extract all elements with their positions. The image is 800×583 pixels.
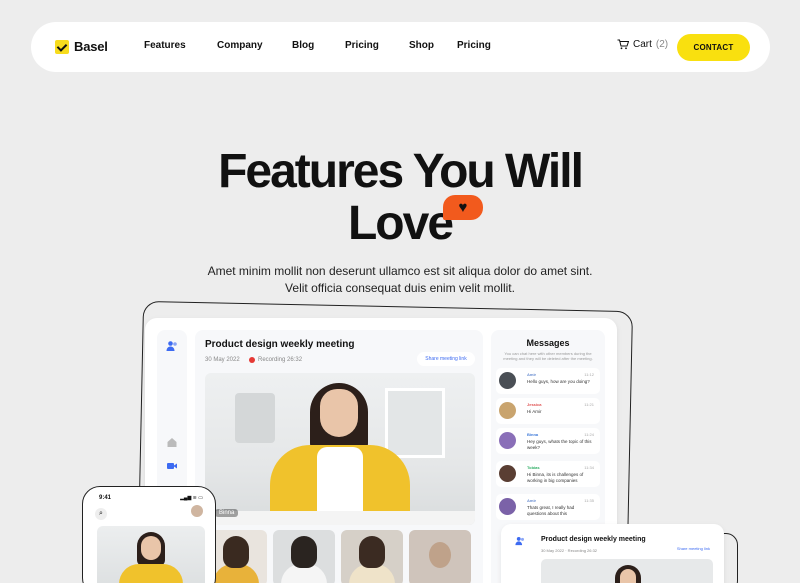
phone-time: 9:41	[99, 495, 112, 501]
avatar	[499, 465, 516, 482]
meeting-date: 30 May 2022	[205, 357, 240, 363]
message-time: 11:34	[584, 465, 594, 470]
message-text: Hello guys, how are you doing?	[527, 379, 590, 384]
avatar	[499, 432, 516, 449]
bookshelf-image	[385, 388, 445, 458]
recording-time: Recording 26:32	[258, 357, 303, 363]
message-item[interactable]: Amir 11:12 Hello guys, how are you doing…	[496, 368, 600, 394]
users-icon[interactable]	[166, 340, 178, 352]
nav-link-blog[interactable]: Blog	[292, 40, 314, 51]
hero-subtitle-line2: Velit officia consequat duis enim velit …	[285, 281, 515, 295]
brand-logo[interactable]: Basel	[55, 39, 108, 54]
background-window-image	[235, 393, 275, 443]
mini-meeting-date: 30 May 2022 · Recording 26:32	[541, 548, 598, 553]
messages-title: Messages	[526, 338, 570, 348]
nav-link-features[interactable]: Features	[144, 40, 186, 51]
messages-description: You can chat here with other members dur…	[503, 351, 593, 361]
nav-link-shop[interactable]: Shop	[409, 40, 434, 51]
message-text: Hi Amir	[527, 409, 542, 414]
recording-status: Recording 26:32	[249, 357, 302, 363]
message-author: Binna	[527, 432, 539, 437]
heart-bubble-icon: ♥	[443, 195, 483, 220]
message-text: Hi Binna, its is challenges of working i…	[527, 472, 584, 483]
phone-video-feed[interactable]	[97, 526, 205, 583]
participant-thumbnail[interactable]	[341, 530, 403, 583]
meeting-panel: Product design weekly meeting 30 May 202…	[195, 330, 483, 583]
meeting-title: Product design weekly meeting	[205, 339, 355, 350]
participant-thumbnails	[205, 530, 471, 583]
participant-thumbnail[interactable]	[273, 530, 335, 583]
nav-link-company[interactable]: Company	[217, 40, 263, 51]
search-icon[interactable]: ⌕	[95, 508, 107, 520]
phone-mockup: 9:41 ▂▄▆ ≋ ▭ ⌕	[82, 486, 216, 583]
speaker-name-tag: Binna	[215, 509, 239, 517]
main-video-feed[interactable]: Binna	[205, 373, 475, 525]
home-icon[interactable]	[166, 436, 178, 448]
mini-share-link[interactable]: Share meeting link	[677, 546, 710, 551]
message-item[interactable]: Binna 11:24 Hey guys, whats the topic of…	[496, 428, 600, 454]
cart-icon	[617, 39, 629, 50]
avatar	[499, 498, 516, 515]
message-item[interactable]: Tobias 11:34 Hi Binna, its is challenges…	[496, 461, 600, 487]
share-meeting-link-button[interactable]: Share meeting link	[417, 352, 475, 366]
record-icon	[249, 357, 255, 363]
message-time: 11:21	[584, 402, 594, 407]
hero-title-line2: Love	[347, 197, 454, 250]
cart-count: (2)	[655, 39, 669, 50]
message-text: Hey guys, whats the topic of this week?	[527, 439, 592, 450]
hero-title-line1: Features You Will	[218, 145, 584, 198]
speaker-jacket	[119, 564, 183, 583]
message-item[interactable]: Jessica 11:21 Hi Amir	[496, 398, 600, 424]
avatar	[499, 372, 516, 389]
message-author: Jessica	[527, 402, 542, 407]
cart-link[interactable]: Cart (2)	[617, 39, 668, 50]
top-navigation: Basel Features Company Blog Pricing Shop…	[31, 22, 770, 72]
video-camera-icon[interactable]	[166, 460, 178, 472]
cart-label: Cart	[633, 39, 652, 50]
users-icon[interactable]	[515, 536, 525, 546]
desk-image	[205, 511, 475, 525]
hero-subtitle-line1: Amet minim mollit non deserunt ullamco e…	[207, 264, 593, 278]
brand-name: Basel	[74, 39, 108, 54]
speaker-face	[320, 389, 358, 437]
message-text: Thats great, I really had questions abou…	[527, 505, 575, 516]
mini-video-feed[interactable]	[541, 559, 713, 583]
message-author: Tobias	[527, 465, 540, 470]
message-author: Amir	[527, 498, 537, 503]
message-time: 11:35	[584, 498, 594, 503]
message-time: 11:24	[584, 432, 594, 437]
nav-link-pricing-2[interactable]: Pricing	[457, 40, 491, 51]
meeting-card-mini: Product design weekly meeting 30 May 202…	[501, 524, 724, 583]
phone-status-icons: ▂▄▆ ≋ ▭	[180, 495, 203, 501]
message-time: 11:12	[584, 372, 594, 377]
avatar[interactable]	[191, 505, 203, 517]
nav-link-pricing[interactable]: Pricing	[345, 40, 379, 51]
speaker-face	[141, 536, 161, 560]
speaker-face	[620, 569, 636, 583]
check-logo-icon	[55, 39, 69, 54]
message-author: Amir	[527, 372, 537, 377]
participant-thumbnail[interactable]	[409, 530, 471, 583]
contact-button[interactable]: CONTACT	[677, 34, 750, 61]
avatar	[499, 402, 516, 419]
message-item[interactable]: Amir 11:35 Thats great, I really had que…	[496, 494, 600, 520]
mini-meeting-title: Product design weekly meeting	[541, 536, 646, 543]
